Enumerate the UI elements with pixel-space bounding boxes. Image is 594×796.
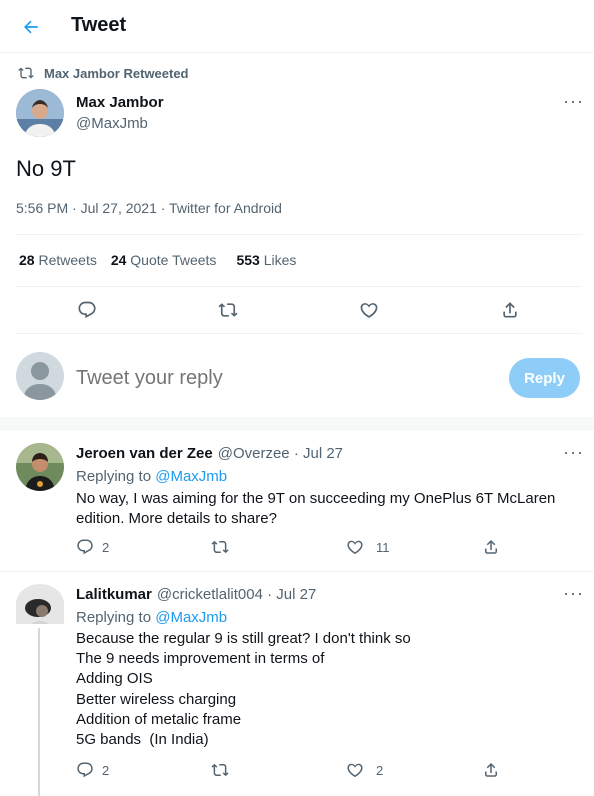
share-button[interactable] bbox=[482, 538, 500, 556]
retweet-context[interactable]: Max Jambor Retweeted bbox=[18, 65, 189, 81]
reply-author-name[interactable]: Lalitkumar bbox=[76, 586, 152, 603]
retweeted-by-label: Max Jambor Retweeted bbox=[44, 65, 189, 81]
replying-to-label: Replying to bbox=[76, 609, 152, 626]
thread-line bbox=[38, 628, 40, 796]
retweet-button[interactable] bbox=[211, 761, 237, 779]
retweet-icon bbox=[18, 67, 34, 79]
like-button[interactable]: 2 bbox=[346, 761, 383, 779]
default-avatar-icon bbox=[23, 362, 57, 400]
retweet-icon bbox=[211, 763, 229, 777]
retweet-icon bbox=[211, 540, 229, 554]
reply-tweet[interactable]: Lalitkumar @cricketlalit004 · Jul 27 ···… bbox=[0, 572, 594, 796]
reply-icon bbox=[78, 301, 96, 319]
tweet-meta[interactable]: 5:56 PM · Jul 27, 2021 · Twitter for And… bbox=[16, 200, 282, 216]
retweets-stat[interactable]: 28 Retweets bbox=[19, 252, 97, 268]
share-button[interactable] bbox=[500, 300, 520, 320]
author-handle[interactable]: @MaxJmb bbox=[76, 115, 148, 132]
more-icon[interactable]: ··· bbox=[563, 443, 584, 461]
quote-tweets-stat[interactable]: 24 Quote Tweets bbox=[111, 252, 217, 268]
share-icon bbox=[503, 302, 517, 318]
avatar-image bbox=[16, 584, 64, 624]
share-icon bbox=[485, 539, 497, 554]
back-button[interactable] bbox=[14, 10, 48, 44]
like-icon bbox=[347, 763, 363, 778]
page-title: Tweet bbox=[71, 14, 127, 36]
header-bar: Tweet bbox=[0, 0, 594, 53]
compose-avatar bbox=[16, 352, 64, 400]
share-icon bbox=[485, 762, 497, 777]
like-count: 11 bbox=[376, 539, 390, 555]
reply-handle-date[interactable]: @Overzee · Jul 27 bbox=[218, 445, 343, 462]
reply-count: 2 bbox=[102, 539, 110, 555]
reply-input[interactable] bbox=[76, 362, 486, 394]
retweet-button[interactable] bbox=[218, 300, 238, 320]
reply-button[interactable]: 2 bbox=[76, 761, 109, 779]
more-icon[interactable]: ··· bbox=[563, 584, 584, 602]
likes-stat[interactable]: 553 Likes bbox=[236, 252, 296, 268]
reply-button[interactable]: 2 bbox=[76, 538, 109, 556]
like-count: 2 bbox=[376, 762, 384, 778]
reply-icon bbox=[77, 539, 93, 555]
reply-tweet[interactable]: Jeroen van der Zee @Overzee · Jul 27 ···… bbox=[0, 431, 594, 571]
like-button[interactable]: 11 bbox=[346, 538, 390, 556]
replying-to-label: Replying to bbox=[76, 468, 152, 485]
replying-to-link[interactable]: @MaxJmb bbox=[155, 468, 227, 485]
author-avatar[interactable] bbox=[16, 89, 64, 137]
avatar-image bbox=[16, 89, 64, 137]
tweet-text: No 9T bbox=[16, 156, 76, 181]
avatar-image bbox=[16, 443, 64, 491]
replying-to-link[interactable]: @MaxJmb bbox=[155, 609, 227, 626]
like-button[interactable] bbox=[359, 300, 379, 320]
reply-button[interactable] bbox=[77, 300, 97, 320]
section-divider bbox=[0, 417, 594, 430]
author-name[interactable]: Max Jambor bbox=[76, 94, 164, 111]
tweet-stats: 28 Retweets 24 Quote Tweets 553 Likes bbox=[19, 252, 296, 268]
reply-count: 2 bbox=[102, 762, 110, 778]
share-button[interactable] bbox=[482, 761, 500, 779]
retweet-icon bbox=[218, 303, 238, 317]
like-icon bbox=[347, 540, 363, 555]
more-icon[interactable]: ··· bbox=[563, 92, 584, 110]
reply-text: Because the regular 9 is still great? I … bbox=[76, 630, 411, 749]
reply-avatar[interactable] bbox=[16, 584, 64, 624]
reply-handle-date[interactable]: @cricketlalit004 · Jul 27 bbox=[157, 586, 316, 603]
reply-author-name[interactable]: Jeroen van der Zee bbox=[76, 445, 213, 462]
back-arrow-icon bbox=[24, 20, 38, 34]
reply-submit-button[interactable]: Reply bbox=[509, 358, 580, 398]
reply-avatar[interactable] bbox=[16, 443, 64, 491]
like-icon bbox=[360, 303, 378, 318]
retweet-button[interactable] bbox=[211, 538, 237, 556]
reply-icon bbox=[77, 762, 93, 778]
reply-text: No way, I was aiming for the 9T on succe… bbox=[76, 490, 556, 527]
